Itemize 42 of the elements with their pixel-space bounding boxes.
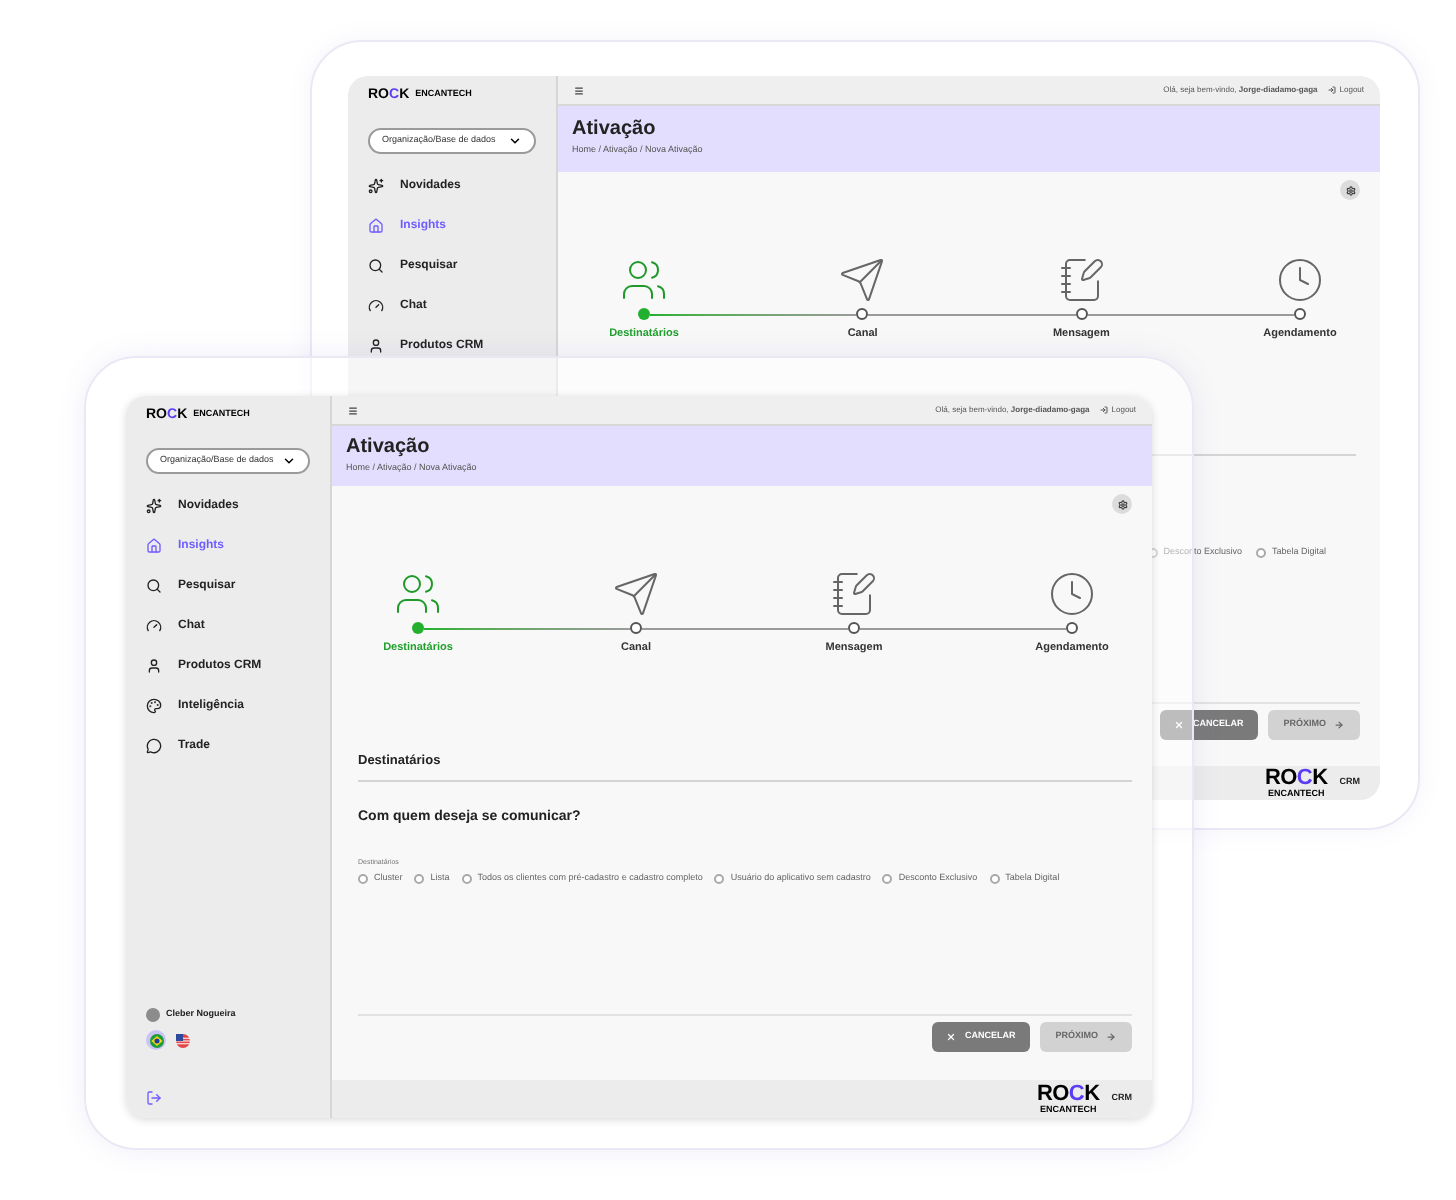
clock-icon [1048,570,1096,618]
palette-icon [146,698,162,714]
home-icon [368,218,384,234]
settings-icon [1345,185,1355,195]
user-icon [146,658,162,674]
arrow-right-icon [1106,1032,1116,1042]
menu-icon[interactable] [348,405,358,415]
flag-button[interactable] [172,1030,192,1050]
chevron-down-icon [508,134,522,148]
chat-bubble-icon [146,738,162,754]
settings-button[interactable] [1112,494,1132,514]
logout-icon [1099,406,1108,414]
paper-plane-icon [838,256,887,304]
notepad-pen-icon [830,570,878,618]
avatar [146,1008,160,1022]
settings-button[interactable] [1340,180,1360,200]
search-icon [368,258,384,274]
paper-plane-icon [612,570,660,618]
sparkle-icon [146,498,162,514]
people-icon [620,256,668,304]
gauge-icon [368,298,384,314]
arrow-right-icon [1334,720,1344,730]
home-icon [146,538,162,554]
page-title: Ativação [572,120,658,141]
sparkle-icon [368,178,384,194]
user-icon [368,338,384,354]
logo-text: ROCK [1264,767,1328,790]
page-title: Ativação [346,437,432,458]
logout-icon [1327,86,1336,94]
close-icon [946,1032,957,1042]
search-icon [146,578,162,594]
logo-text: ROCK [1036,1083,1100,1106]
people-icon [394,570,442,618]
gauge-icon [146,618,162,634]
close-icon [1174,720,1185,730]
chevron-down-icon [282,454,296,468]
settings-icon [1117,499,1127,509]
logout-icon[interactable] [146,1090,162,1106]
flag-button[interactable] [146,1030,166,1050]
notepad-pen-icon [1057,256,1106,304]
menu-icon[interactable] [574,85,584,95]
clock-icon [1275,256,1324,304]
